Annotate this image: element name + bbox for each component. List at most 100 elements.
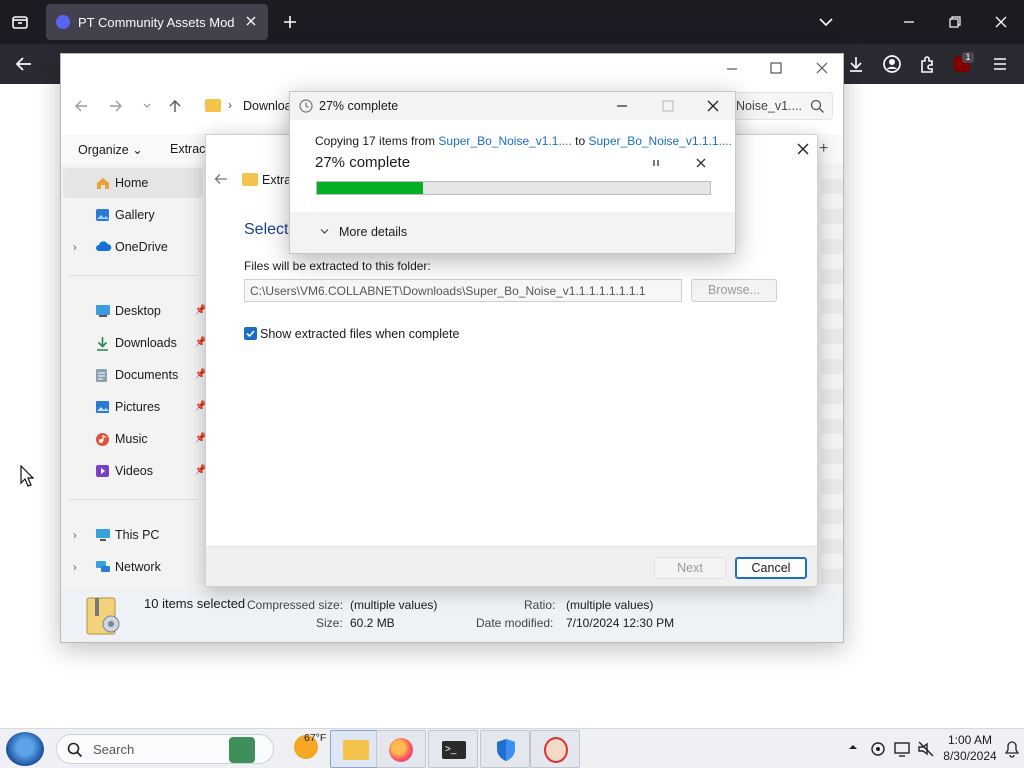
new-tab-icon[interactable]	[282, 14, 298, 30]
explorer-maximize-icon[interactable]	[769, 61, 783, 75]
nav-item-music[interactable]: Music 📌	[95, 426, 207, 452]
extract-button[interactable]: Extract	[170, 142, 209, 156]
nav-item-network[interactable]: Network	[95, 554, 205, 580]
tab-list-icon[interactable]	[10, 12, 30, 32]
wizard-footer: Next Cancel	[206, 546, 817, 586]
taskbar-app[interactable]	[530, 730, 580, 768]
nav-item-gallery[interactable]: Gallery	[95, 202, 205, 228]
pause-icon[interactable]	[650, 157, 662, 169]
search-icon	[810, 99, 825, 114]
organize-button[interactable]: Organize ⌄	[78, 142, 143, 157]
navigation-pane: Home Gallery › OneDrive Desktop 📌 Downlo…	[61, 164, 207, 589]
browser-tab[interactable]: PT Community Assets Mod	[46, 4, 268, 40]
taskbar-terminal[interactable]: >_	[428, 730, 478, 768]
wizard-title: Extra	[262, 173, 292, 187]
nav-label: Home	[115, 176, 149, 190]
selection-count: 10 items selected	[144, 596, 246, 611]
nav-item-home[interactable]: Home	[95, 170, 205, 196]
progress-minimize-icon[interactable]	[615, 99, 629, 113]
taskbar-search-box[interactable]: Search	[56, 734, 274, 764]
show-files-checkbox[interactable]	[244, 327, 257, 340]
progress-window-title: 27% complete	[319, 99, 399, 113]
back-icon[interactable]	[14, 55, 34, 73]
copy-progress-dialog: 27% complete Copying 17 items from Super…	[289, 91, 736, 254]
nav-item-pictures[interactable]: Pictures 📌	[95, 394, 207, 420]
show-files-label[interactable]: Show extracted files when complete	[260, 327, 459, 341]
cloud-icon	[95, 240, 112, 254]
nav-item-downloads[interactable]: Downloads 📌	[95, 330, 207, 356]
nav-item-videos[interactable]: Videos 📌	[95, 458, 207, 484]
taskbar-firefox[interactable]	[376, 730, 426, 768]
network-status-icon[interactable]	[893, 740, 911, 758]
start-button-icon[interactable]	[6, 732, 44, 766]
extensions-icon[interactable]	[918, 54, 938, 74]
cancel-copy-icon[interactable]	[695, 157, 707, 169]
search-field[interactable]: Noise_v1....	[729, 92, 833, 120]
nav-label: Music	[115, 432, 148, 446]
up-folder-icon[interactable]	[168, 98, 182, 114]
onedrive-expand-chevron-icon[interactable]: ›	[73, 242, 77, 254]
menu-icon[interactable]	[992, 56, 1008, 72]
zip-archive-icon	[81, 594, 125, 638]
tab-title: PT Community Assets Mod	[78, 15, 235, 30]
account-icon[interactable]	[882, 54, 902, 74]
nav-item-this-pc[interactable]: This PC	[95, 522, 205, 548]
nav-label: Desktop	[115, 304, 161, 318]
date-modified-value: 7/10/2024 12:30 PM	[566, 616, 675, 630]
minimize-icon[interactable]	[902, 14, 916, 30]
explorer-close-icon[interactable]	[815, 61, 829, 75]
taskbar-time[interactable]: 1:00 AM	[944, 733, 996, 747]
terminal-icon: >_	[442, 741, 466, 759]
folder-icon	[343, 740, 369, 760]
cancel-button[interactable]: Cancel	[735, 557, 807, 579]
taskbar-date[interactable]: 8/30/2024	[940, 749, 1000, 763]
more-details-chevron-icon[interactable]	[319, 226, 330, 237]
pc-icon	[95, 528, 110, 542]
destination-folder-link[interactable]: Super_Bo_Noise_v1.1.1....	[589, 134, 732, 148]
nav-label: OneDrive	[115, 240, 168, 254]
taskbar-file-explorer[interactable]	[330, 730, 380, 768]
this-pc-expand-chevron-icon[interactable]: ›	[73, 530, 77, 542]
nav-label: Network	[115, 560, 161, 574]
network-expand-chevron-icon[interactable]: ›	[73, 562, 77, 574]
mouse-pointer-icon	[20, 465, 34, 487]
nav-label: Videos	[115, 464, 153, 478]
nav-item-documents[interactable]: Documents 📌	[95, 362, 207, 388]
music-icon	[95, 432, 110, 446]
search-field-text: Noise_v1....	[736, 99, 803, 113]
next-button[interactable]: Next	[654, 557, 726, 579]
explorer-minimize-icon[interactable]	[725, 62, 739, 76]
explorer-back-icon[interactable]	[73, 99, 89, 113]
browse-button[interactable]: Browse...	[691, 279, 777, 302]
destination-path-input[interactable]: C:\Users\VM6.COLLABNET\Downloads\Super_B…	[244, 279, 682, 302]
address-bar[interactable]: › Downloa	[199, 92, 295, 120]
ratio-value: (multiple values)	[566, 598, 654, 612]
compressed-size-label: Compressed size:	[247, 598, 344, 612]
view-options-icon[interactable]: +	[819, 140, 828, 158]
more-details-button[interactable]: More details	[339, 225, 407, 239]
close-tab-icon[interactable]	[244, 14, 258, 28]
copy-to-text: to	[571, 134, 589, 148]
taskbar-defender[interactable]	[480, 730, 530, 768]
nav-item-desktop[interactable]: Desktop 📌	[95, 298, 207, 324]
destination-label: Files will be extracted to this folder:	[244, 259, 431, 273]
recent-locations-chevron-icon[interactable]	[142, 101, 152, 111]
notifications-bell-icon[interactable]	[1005, 740, 1019, 758]
wizard-heading: Select	[244, 221, 289, 238]
explorer-forward-icon[interactable]	[108, 99, 124, 113]
zip-folder-icon	[242, 173, 258, 186]
notification-settings-icon[interactable]	[869, 740, 887, 758]
source-folder-link[interactable]: Super_Bo_Noise_v1.1....	[438, 134, 571, 148]
wizard-close-icon[interactable]	[796, 142, 810, 156]
wizard-back-icon[interactable]	[214, 173, 228, 185]
downloads-icon[interactable]	[846, 54, 866, 74]
close-window-icon[interactable]	[994, 14, 1008, 30]
volume-muted-icon[interactable]	[917, 740, 935, 758]
shield-icon	[495, 738, 517, 762]
progress-close-icon[interactable]	[706, 99, 720, 113]
breadcrumb-downloads[interactable]: Downloa	[243, 99, 292, 113]
tab-overflow-chevron-icon[interactable]	[818, 14, 834, 30]
show-hidden-icons-icon[interactable]	[848, 742, 858, 752]
nav-item-onedrive[interactable]: OneDrive	[95, 234, 205, 260]
restore-icon[interactable]	[948, 14, 962, 30]
